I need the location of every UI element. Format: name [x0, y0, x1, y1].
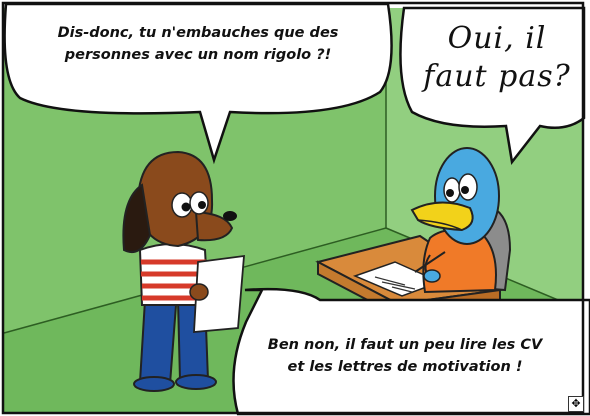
dialogue-bottom-line1: Ben non, il faut un peu lire les CV: [267, 337, 543, 353]
dialogue-top-right-line1: Oui, il: [447, 21, 547, 56]
dialogue-bottom: Ben non, il faut un peu lire les CV et l…: [244, 334, 566, 379]
dialogue-top-right-line2: faut pas?: [423, 58, 571, 94]
expand-icon[interactable]: ✥: [568, 396, 584, 412]
dialogue-top-left-line1: Dis-donc, tu n'embauches que des: [57, 25, 339, 41]
dialogue-bottom-line2: et les lettres de motivation !: [287, 359, 523, 376]
dialogue-top-left: Dis-donc, tu n'embauches que des personn…: [22, 22, 374, 67]
dialogue-top-right: Oui, il faut pas?: [414, 20, 580, 95]
dialogue-top-left-line2: personnes avec un nom rigolo ?!: [64, 47, 332, 64]
